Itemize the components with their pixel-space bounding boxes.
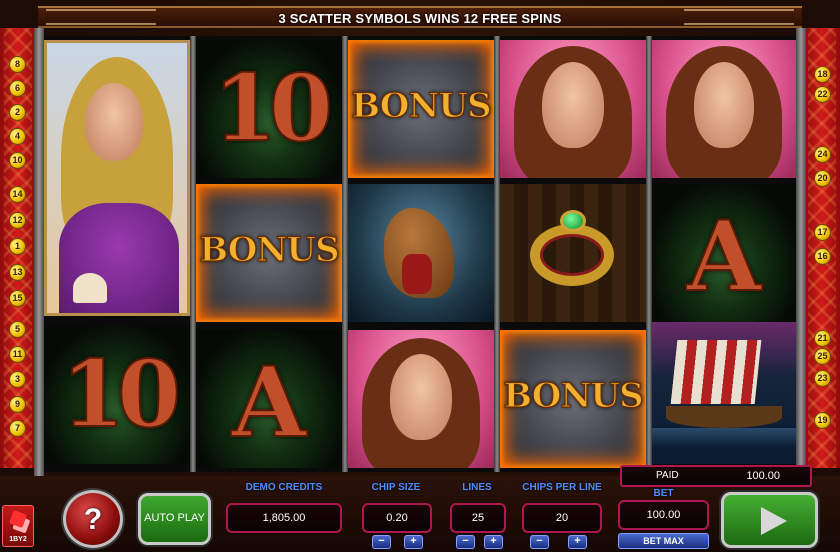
top-banner: 3 SCATTER SYMBOLS WINS 12 FREE SPINS (38, 6, 802, 28)
payline-badge[interactable]: 23 (814, 370, 831, 387)
payline-badge[interactable]: 13 (9, 264, 26, 281)
chip-size-increase-button[interactable]: + (404, 535, 423, 549)
payline-badge[interactable]: 15 (9, 290, 26, 307)
payline-badge[interactable]: 3 (9, 371, 26, 388)
ring-symbol (500, 184, 646, 322)
stone-pillar-left (34, 28, 44, 476)
payline-badge[interactable]: 10 (9, 152, 26, 169)
bonus-scatter-symbol: BONUS (348, 40, 494, 178)
payline-badge[interactable]: 20 (814, 170, 831, 187)
ring-icon (530, 224, 614, 286)
reel-3: BONUS (348, 36, 494, 472)
bonus-scatter-symbol: BONUS (196, 184, 342, 322)
face-shape (85, 83, 143, 161)
symbol-a: A (196, 330, 342, 468)
payline-badge[interactable]: 1 (9, 238, 26, 255)
payline-badge[interactable]: 22 (814, 86, 831, 103)
payline-rail-right: 18 22 24 20 17 16 21 25 23 19 (804, 28, 840, 468)
spin-button[interactable] (721, 492, 818, 548)
payline-badge[interactable]: 2 (9, 104, 26, 121)
payline-badge[interactable]: 8 (9, 56, 26, 73)
paid-label: PAID (656, 470, 679, 481)
symbol-ten: 10 (44, 326, 190, 464)
shell-icon (73, 273, 107, 303)
chips-per-line-label: CHIPS PER LINE (522, 482, 602, 493)
face-shape (542, 62, 604, 148)
payline-badge[interactable]: 6 (9, 80, 26, 97)
question-mark-icon: ? (83, 503, 103, 536)
payline-badge[interactable]: 11 (9, 346, 26, 363)
reel-area: 10 10 BONUS A BONUS BONUS A (44, 36, 796, 472)
stone-pillar-right (796, 28, 806, 476)
banner-text: 3 SCATTER SYMBOLS WINS 12 FREE SPINS (278, 11, 562, 26)
paid-display: PAID 100.00 (620, 465, 812, 487)
reel-4: BONUS (500, 36, 646, 472)
paid-value: 100.00 (746, 470, 780, 482)
payline-badge[interactable]: 16 (814, 248, 831, 265)
symbol-label: A (686, 199, 762, 314)
payline-badge[interactable]: 9 (9, 396, 26, 413)
chips-per-line-value: 20 (522, 503, 602, 533)
face-shape (694, 62, 754, 148)
emerald-gem-icon (560, 210, 586, 232)
autoplay-button[interactable]: AUTO PLAY (138, 493, 211, 545)
payline-badge[interactable]: 7 (9, 420, 26, 437)
chips-per-line-increase-button[interactable]: + (568, 535, 587, 549)
symbol-ten: 10 (196, 40, 342, 178)
credits-value: 1,805.00 (226, 503, 342, 533)
horse-saddle-shape (402, 254, 432, 294)
symbol-label: BONUS (199, 229, 340, 270)
ship-sail-shape (670, 340, 762, 404)
payline-badge[interactable]: 5 (9, 321, 26, 338)
credits-label: DEMO CREDITS (245, 482, 323, 493)
face-shape (390, 354, 452, 440)
payline-badge[interactable]: 21 (814, 330, 831, 347)
reel-1: 10 (44, 36, 190, 472)
provider-logo-text: 1BY2 (9, 536, 27, 543)
chip-size-decrease-button[interactable]: − (372, 535, 391, 549)
game-frame: 3 SCATTER SYMBOLS WINS 12 FREE SPINS 8 6… (0, 0, 840, 552)
symbol-label: BONUS (503, 375, 644, 416)
horse-symbol (348, 184, 494, 322)
symbol-label: 10 (60, 339, 182, 449)
payline-badge[interactable]: 4 (9, 128, 26, 145)
chips-per-line-decrease-button[interactable]: − (530, 535, 549, 549)
lines-decrease-button[interactable]: − (456, 535, 475, 549)
lines-increase-button[interactable]: + (484, 535, 503, 549)
payline-badge[interactable]: 24 (814, 146, 831, 163)
viking-ship-symbol (652, 322, 796, 464)
payline-badge[interactable]: 12 (9, 212, 26, 229)
chip-size-value: 0.20 (362, 503, 432, 533)
play-triangle-icon (761, 507, 787, 535)
payline-badge[interactable]: 19 (814, 412, 831, 429)
blonde-lady-symbol (44, 40, 190, 316)
dice-icon (9, 510, 27, 528)
payline-badge[interactable]: 17 (814, 224, 831, 241)
symbol-label: BONUS (351, 85, 492, 126)
brunette-lady-symbol (500, 40, 646, 178)
reel-2: 10 BONUS A (196, 36, 342, 472)
reel-5: A (652, 36, 796, 472)
ship-hull-shape (666, 406, 782, 428)
payline-rail-left: 8 6 2 4 10 14 12 1 13 15 5 11 3 9 7 (0, 28, 36, 468)
brunette-lady-symbol (652, 40, 796, 178)
bet-label: BET (653, 488, 674, 499)
payline-badge[interactable]: 25 (814, 348, 831, 365)
payline-badge[interactable]: 18 (814, 66, 831, 83)
symbol-label: A (231, 345, 307, 460)
provider-logo: 1BY2 (2, 505, 34, 547)
lines-label: LINES (462, 482, 492, 493)
help-button[interactable]: ? (63, 490, 123, 548)
chip-size-label: CHIP SIZE (371, 482, 421, 493)
lines-value: 25 (450, 503, 506, 533)
symbol-label: 10 (212, 53, 334, 163)
bonus-scatter-symbol: BONUS (500, 330, 646, 468)
bet-max-button[interactable]: BET MAX (618, 533, 709, 549)
payline-badge[interactable]: 14 (9, 186, 26, 203)
brunette-lady-symbol (348, 330, 494, 468)
symbol-a: A (652, 184, 796, 322)
bet-value: 100.00 (618, 500, 709, 530)
sea-water-shape (652, 428, 796, 448)
